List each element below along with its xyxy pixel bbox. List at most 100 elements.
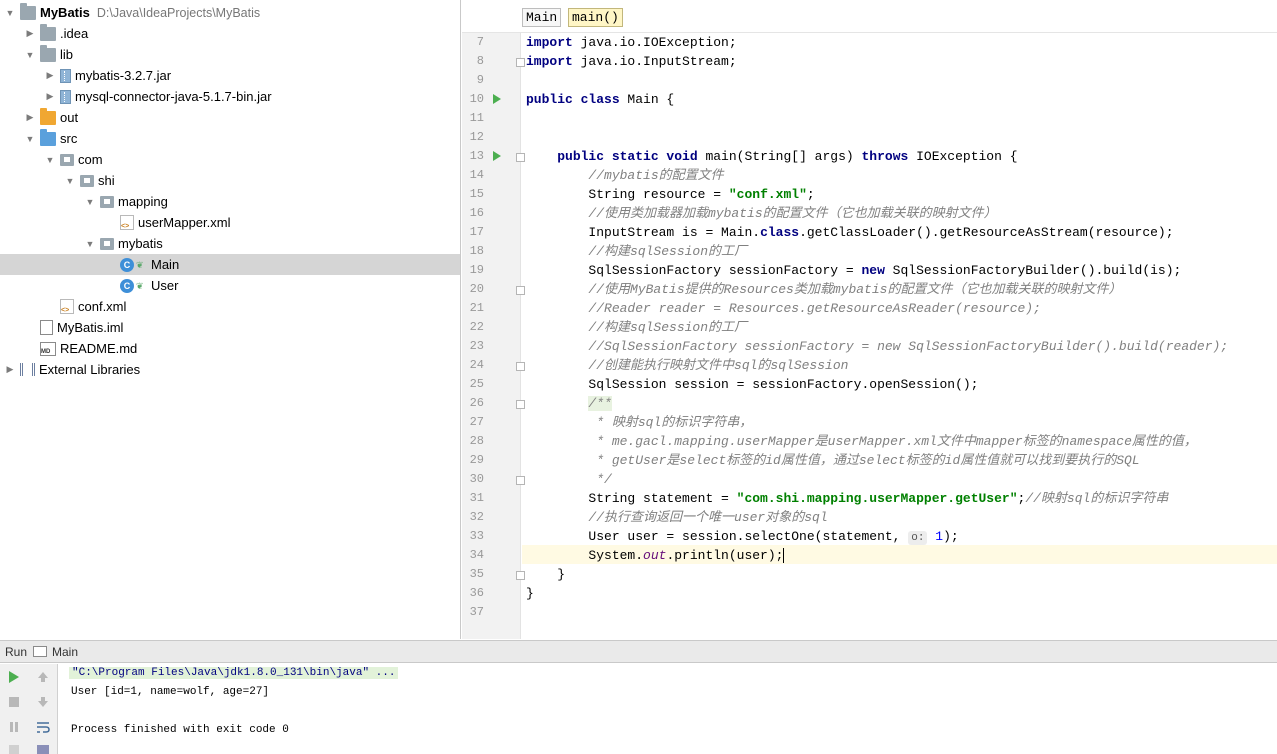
tree-item-mysql-jar[interactable]: ▶ mysql-connector-java-5.1.7-bin.jar xyxy=(0,86,460,107)
arrow-down-icon[interactable] xyxy=(35,694,51,710)
jar-icon xyxy=(60,89,71,104)
code-line-16: //使用类加载器加载mybatis的配置文件（它也加载关联的映射文件） xyxy=(526,204,996,223)
chevron-down-icon[interactable]: ▼ xyxy=(24,133,36,145)
line-number: 35 xyxy=(469,567,484,581)
code-editor[interactable]: Main main() 7 8 9 10 11 12 13 14 15 16 1… xyxy=(462,0,1277,639)
tree-item-mapping[interactable]: ▼ mapping xyxy=(0,191,460,212)
ide-window: ▼ MyBatis D:\Java\IdeaProjects\MyBatis ▶… xyxy=(0,0,1277,754)
package-icon xyxy=(100,195,114,208)
tree-item-iml[interactable]: MyBatis.iml xyxy=(0,317,460,338)
javadoc-start: /** xyxy=(588,396,612,411)
comment: */ xyxy=(588,472,612,487)
tree-item-mybatis-jar[interactable]: ▶ mybatis-3.2.7.jar xyxy=(0,65,460,86)
tree-item-external-libraries[interactable]: ▶ External Libraries xyxy=(0,359,460,380)
code-area[interactable]: import java.io.IOException; import java.… xyxy=(522,33,1277,639)
line-number: 32 xyxy=(469,510,484,524)
parameter-hint: o: xyxy=(908,531,928,545)
run-method-icon[interactable] xyxy=(493,151,501,161)
tree-item-mybatis-pkg[interactable]: ▼ mybatis xyxy=(0,233,460,254)
pause-icon[interactable] xyxy=(6,719,22,735)
stop-icon[interactable] xyxy=(6,694,22,710)
chevron-right-icon[interactable]: ▶ xyxy=(24,112,36,124)
project-name: MyBatis xyxy=(40,5,90,20)
chevron-down-icon[interactable]: ▼ xyxy=(84,238,96,250)
tree-item-com[interactable]: ▼ com xyxy=(0,149,460,170)
access-leaf-icon: ❦ xyxy=(136,260,144,270)
line-number: 37 xyxy=(469,605,484,619)
code-line-8: import java.io.InputStream; xyxy=(526,52,737,71)
code-line-31: String statement = "com.shi.mapping.user… xyxy=(526,489,1168,508)
comment: //mybatis的配置文件 xyxy=(588,168,724,183)
markdown-file-icon: MD xyxy=(40,341,56,356)
code-line-25: SqlSession session = sessionFactory.open… xyxy=(526,375,979,394)
line-number: 8 xyxy=(476,54,484,68)
arrow-up-icon[interactable] xyxy=(35,669,51,685)
rerun-icon[interactable] xyxy=(6,669,22,685)
tree-item-shi[interactable]: ▼ shi xyxy=(0,170,460,191)
run-tab-main[interactable]: Main xyxy=(33,645,78,659)
chevron-right-icon[interactable]: ▶ xyxy=(44,70,56,82)
line-number: 21 xyxy=(469,301,484,315)
tree-item-conf-xml[interactable]: conf.xml xyxy=(0,296,460,317)
soft-wrap-icon[interactable] xyxy=(35,719,51,735)
iml-file-icon xyxy=(40,320,53,335)
tree-item-main[interactable]: C ❦ Main xyxy=(0,254,460,275)
run-class-icon[interactable] xyxy=(493,94,501,104)
line-number: 14 xyxy=(469,168,484,182)
tree-item-label: mysql-connector-java-5.1.7-bin.jar xyxy=(75,89,272,104)
print-icon[interactable] xyxy=(35,742,51,754)
console-command-line[interactable]: "C:\Program Files\Java\jdk1.8.0_131\bin\… xyxy=(69,667,399,679)
breadcrumb-class[interactable]: Main xyxy=(522,8,562,27)
comment: //构建sqlSession的工厂 xyxy=(588,244,748,259)
dump-threads-icon[interactable] xyxy=(6,742,22,754)
line-number: 29 xyxy=(469,453,484,467)
code-text: String resource = xyxy=(588,187,729,202)
tree-item-label: shi xyxy=(98,173,115,188)
line-number: 36 xyxy=(469,586,484,600)
comment: //构建sqlSession的工厂 xyxy=(588,320,748,335)
tree-item-idea[interactable]: ▶ .idea xyxy=(0,23,460,44)
console-output[interactable]: "C:\Program Files\Java\jdk1.8.0_131\bin\… xyxy=(59,664,1277,754)
tree-root[interactable]: ▼ MyBatis D:\Java\IdeaProjects\MyBatis xyxy=(0,2,460,23)
chevron-right-icon[interactable]: ▶ xyxy=(4,364,16,376)
project-tree[interactable]: ▼ MyBatis D:\Java\IdeaProjects\MyBatis ▶… xyxy=(0,0,461,639)
tree-item-user[interactable]: C ❦ User xyxy=(0,275,460,296)
static-field: out xyxy=(643,548,667,563)
chevron-right-icon[interactable]: ▶ xyxy=(44,91,56,103)
project-path: D:\Java\IdeaProjects\MyBatis xyxy=(96,5,261,20)
chevron-down-icon[interactable]: ▼ xyxy=(84,196,96,208)
tree-item-out[interactable]: ▶ out xyxy=(0,107,460,128)
line-number: 15 xyxy=(469,187,484,201)
keyword: class xyxy=(760,225,800,240)
tree-item-label: com xyxy=(78,152,103,167)
code-line-14: //mybatis的配置文件 xyxy=(526,166,724,185)
tree-item-label: .idea xyxy=(60,26,89,41)
code-line-10: public class Main { xyxy=(526,90,674,109)
comment: * me.gacl.mapping.userMapper是userMapper.… xyxy=(588,434,1197,449)
chevron-down-icon[interactable]: ▼ xyxy=(44,154,56,166)
tree-item-readme[interactable]: MD README.md xyxy=(0,338,460,359)
keyword: import xyxy=(526,35,573,50)
jar-icon xyxy=(60,68,71,83)
keyword: throws xyxy=(861,149,909,164)
line-gutter[interactable]: 7 8 9 10 11 12 13 14 15 16 17 18 19 20 2… xyxy=(462,33,525,639)
comment: //映射sql的标识字符串 xyxy=(1025,491,1169,506)
breadcrumb-method[interactable]: main() xyxy=(568,8,623,27)
code-line-23: //SqlSessionFactory sessionFactory = new… xyxy=(526,337,1228,356)
tree-item-usermapper-xml[interactable]: userMapper.xml xyxy=(0,212,460,233)
line-number: 19 xyxy=(469,263,484,277)
tree-item-label: Main xyxy=(151,257,180,272)
line-number: 27 xyxy=(469,415,484,429)
breadcrumb: Main main() xyxy=(462,0,1277,33)
chevron-down-icon[interactable]: ▼ xyxy=(4,7,16,19)
chevron-down-icon[interactable]: ▼ xyxy=(64,175,76,187)
tree-item-src[interactable]: ▼ src xyxy=(0,128,460,149)
keyword: public class xyxy=(526,92,620,107)
tree-item-lib[interactable]: ▼ lib xyxy=(0,44,460,65)
chevron-down-icon[interactable]: ▼ xyxy=(24,49,36,61)
line-number: 16 xyxy=(469,206,484,220)
chevron-right-icon[interactable]: ▶ xyxy=(24,28,36,40)
code-text: SqlSession session = sessionFactory.open… xyxy=(588,377,979,392)
code-text: IOException { xyxy=(908,149,1018,164)
code-line-22: //构建sqlSession的工厂 xyxy=(526,318,747,337)
